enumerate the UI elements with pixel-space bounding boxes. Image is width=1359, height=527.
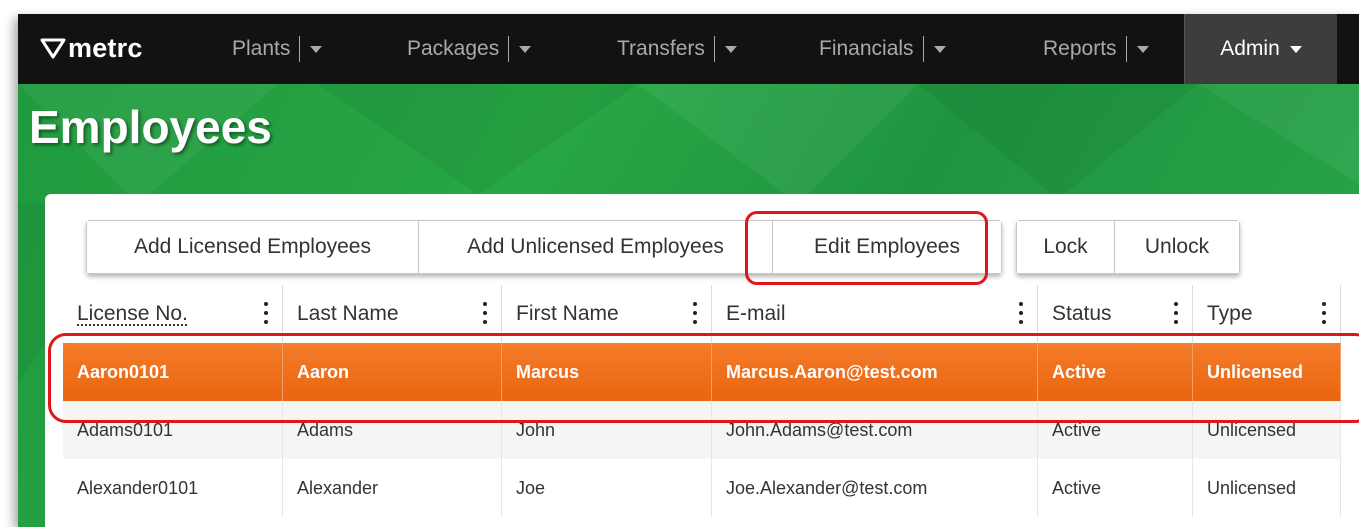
unlock-button[interactable]: Unlock xyxy=(1115,221,1239,273)
chevron-down-icon[interactable] xyxy=(1136,45,1149,53)
nav-plants[interactable]: Plants xyxy=(232,14,323,84)
nav-reports-label: Reports xyxy=(1043,37,1117,60)
nav-admin-label: Admin xyxy=(1220,37,1280,60)
top-navbar: metrc Plants Packages Transfers Financia… xyxy=(18,14,1359,84)
cell-license: Alexander0101 xyxy=(63,459,283,517)
column-header-label: First Name xyxy=(516,302,619,325)
nav-plants-label: Plants xyxy=(232,37,291,60)
chevron-down-icon xyxy=(1289,45,1302,53)
column-menu-icon[interactable] xyxy=(1322,302,1326,324)
logo-shield-icon xyxy=(40,38,66,59)
add-licensed-employees-button[interactable]: Add Licensed Employees xyxy=(87,221,419,273)
nav-packages-label: Packages xyxy=(407,37,500,60)
cell-status: Active xyxy=(1038,459,1193,517)
column-menu-icon[interactable] xyxy=(483,302,487,324)
chevron-down-icon[interactable] xyxy=(933,45,946,53)
nav-reports[interactable]: Reports xyxy=(1043,14,1149,84)
column-menu-icon[interactable] xyxy=(1174,302,1178,324)
column-menu-icon[interactable] xyxy=(264,302,268,324)
table-row[interactable]: Alexander0101 Alexander Joe Joe.Alexande… xyxy=(63,459,1341,517)
chevron-down-icon[interactable] xyxy=(310,45,323,53)
lock-actions-group: Lock Unlock xyxy=(1016,220,1240,274)
selected-row-highlight xyxy=(48,333,1359,423)
chevron-down-icon[interactable] xyxy=(519,45,532,53)
cell-first-name: Joe xyxy=(502,459,712,517)
page-title: Employees xyxy=(29,101,272,153)
cell-last-name: Alexander xyxy=(283,459,502,517)
nav-packages[interactable]: Packages xyxy=(407,14,532,84)
column-header-label: Status xyxy=(1052,302,1112,325)
column-menu-icon[interactable] xyxy=(693,302,697,324)
logo-text: metrc xyxy=(68,32,143,63)
nav-financials-label: Financials xyxy=(819,37,914,60)
column-menu-icon[interactable] xyxy=(1019,302,1023,324)
nav-admin[interactable]: Admin xyxy=(1184,14,1337,84)
nav-transfers[interactable]: Transfers xyxy=(617,14,737,84)
chevron-down-icon[interactable] xyxy=(724,45,737,53)
lock-button[interactable]: Lock xyxy=(1017,221,1115,273)
column-header-label: Type xyxy=(1207,302,1253,325)
edit-employees-highlight xyxy=(745,211,988,285)
metrc-logo[interactable]: metrc xyxy=(40,26,143,70)
column-header-label: E-mail xyxy=(726,302,786,325)
nav-financials[interactable]: Financials xyxy=(819,14,946,84)
column-header-label: Last Name xyxy=(297,302,399,325)
nav-transfers-label: Transfers xyxy=(617,37,705,60)
column-header-label: License No. xyxy=(77,302,188,325)
add-unlicensed-employees-button[interactable]: Add Unlicensed Employees xyxy=(419,221,773,273)
cell-email: Joe.Alexander@test.com xyxy=(712,459,1038,517)
cell-type: Unlicensed xyxy=(1193,459,1341,517)
